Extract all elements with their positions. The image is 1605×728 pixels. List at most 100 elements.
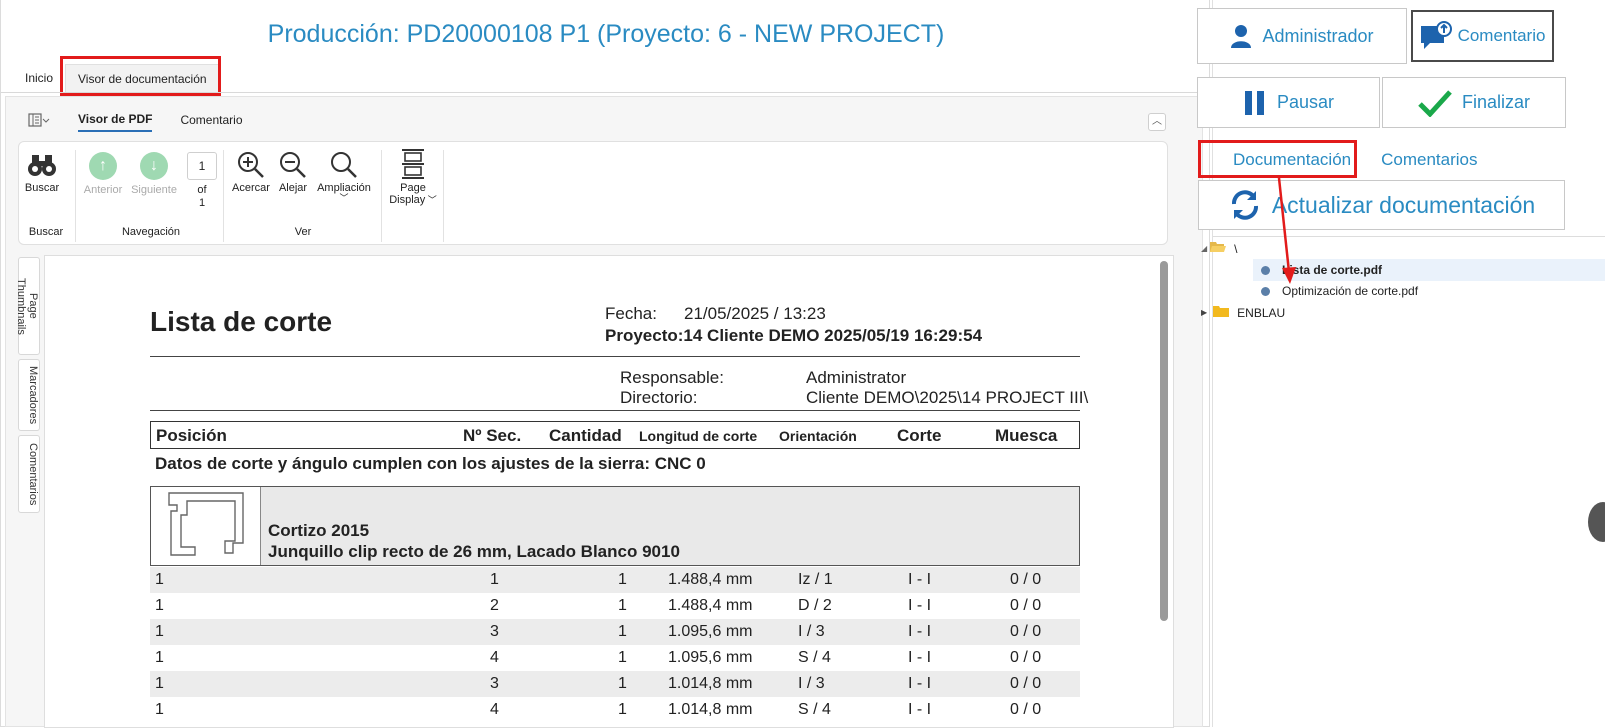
tab-visor-pdf[interactable]: Visor de PDF (78, 112, 153, 132)
page-number-input[interactable]: 1 (187, 152, 217, 180)
table-row: 1 4 1 1.095,6 mm S / 4 I - I 0 / 0 (150, 645, 1080, 671)
file-bullet-icon (1261, 286, 1270, 296)
page-display-button[interactable]: Page Display ﹀ (385, 148, 441, 206)
refresh-documentation-button[interactable]: Actualizar documentación (1198, 180, 1565, 230)
zoom-in-icon (229, 150, 273, 182)
zoom-dropdown-button[interactable]: Ampliación ﹀ (313, 150, 375, 203)
table-cell: 1 (618, 571, 627, 588)
table-cell: 0 / 0 (1010, 701, 1042, 718)
table-cell: 1 (155, 649, 164, 666)
highlight-box-documentacion (1198, 140, 1357, 178)
user-icon (1230, 24, 1252, 48)
search-button[interactable]: Buscar (23, 152, 61, 194)
group-separator (75, 150, 76, 242)
main-panel: Producción: PD20000108 P1 (Proyecto: 6 -… (0, 0, 1211, 728)
viewer-tabs: Visor de PDF Comentario (78, 109, 271, 135)
col-muesca: Muesca (995, 426, 1058, 445)
page-display-icon (385, 148, 441, 182)
group-separator (443, 150, 444, 242)
table-row: 1 2 1 1.488,4 mm D / 2 I - I 0 / 0 (150, 593, 1080, 619)
tree-root-label: \ (1234, 241, 1238, 256)
page-display-label-1: Page (400, 182, 426, 194)
chevron-down-icon: ﹀ (425, 195, 437, 205)
previous-page-button[interactable]: ↑ Anterior (81, 152, 125, 196)
table-cell: 0 / 0 (1010, 623, 1042, 640)
refresh-icon (1228, 188, 1262, 222)
arrow-down-icon: ↓ (140, 152, 168, 180)
profile-description: Junquillo clip recto de 26 mm, Lacado Bl… (268, 542, 680, 561)
tab-inicio[interactable]: Inicio (13, 64, 65, 92)
tab-page-thumbnails[interactable]: Page Thumbnails (15, 257, 40, 355)
folder-open-icon (1210, 241, 1227, 256)
table-cell: 1 (155, 571, 164, 588)
table-cell: S / 4 (798, 701, 831, 718)
collapse-ribbon-button[interactable]: ︿ (1148, 113, 1166, 131)
tab-comentario[interactable]: Comentario (180, 113, 242, 131)
group-separator (381, 150, 382, 242)
table-cell: 0 / 0 (1010, 675, 1042, 692)
search-label: Buscar (24, 182, 60, 194)
document-tree: ◢ \ Lista de corte.pdf Optimización de c… (1201, 236, 1605, 727)
refresh-label: Actualizar documentación (1271, 191, 1536, 218)
col-orientacion: Orientación (779, 428, 857, 444)
tree-folder-enblau[interactable]: ▶ ENBLAU (1201, 305, 1285, 320)
comment-upload-icon (1420, 21, 1452, 51)
col-posicion: Posición (156, 426, 227, 445)
fecha-value: 21/05/2025 / 13:23 (684, 304, 826, 323)
expand-arrow-icon: ▶ (1201, 308, 1208, 317)
responsable-value: Administrator (806, 368, 907, 387)
table-cell: 1 (155, 675, 164, 692)
table-cell: I - I (908, 675, 932, 692)
collapse-arrow-icon: ◢ (1201, 244, 1208, 253)
table-cell: 1.014,8 mm (668, 675, 753, 692)
next-page-button[interactable]: ↓ Siguiente (127, 152, 181, 196)
user-button[interactable]: Administrador (1197, 8, 1407, 64)
table-cell: 1.488,4 mm (668, 597, 753, 614)
zoom-out-button[interactable]: Alejar (275, 150, 311, 194)
user-name: Administrador (1262, 25, 1374, 46)
table-cell: 1.095,6 mm (668, 623, 753, 640)
zoom-in-label: Acercar (232, 182, 270, 194)
page-count: of 1 (187, 184, 217, 210)
table-row: 1 3 1 1.014,8 mm I / 3 I - I 0 / 0 (150, 671, 1080, 697)
finish-button[interactable]: Finalizar (1382, 77, 1566, 128)
pdf-viewer: Visor de PDF Comentario ︿ Buscar Buscar … (5, 96, 1203, 728)
zoom-in-button[interactable]: Acercar (229, 150, 273, 194)
previous-label: Anterior (83, 184, 123, 196)
vertical-scrollbar[interactable] (1160, 261, 1168, 621)
table-cell: 1.488,4 mm (668, 571, 753, 588)
table-cell: I - I (908, 701, 932, 718)
table-cell: 0 / 0 (1010, 597, 1042, 614)
tree-root[interactable]: ◢ \ (1201, 241, 1238, 256)
table-cell: 1.014,8 mm (668, 701, 753, 718)
tab-comentarios[interactable]: Comentarios (18, 435, 40, 513)
page-total: 1 (198, 197, 206, 209)
zoom-out-icon (275, 150, 311, 182)
group-separator (223, 150, 224, 242)
tab-marcadores[interactable]: Marcadores (18, 359, 40, 431)
table-header: Posición Nº Sec. Cantidad Longitud de co… (150, 421, 1080, 449)
chevron-down-icon: ﹀ (339, 193, 349, 203)
fecha-label: Fecha: (605, 304, 657, 323)
directorio-label: Directorio: (620, 388, 698, 407)
pdf-document-area[interactable]: Lista de corte Fecha: 21/05/2025 / 13:23… (44, 255, 1174, 728)
annotation-arrow-icon (1277, 177, 1296, 284)
table-cell: 1 (155, 623, 164, 640)
pause-button[interactable]: Pausar (1197, 77, 1380, 128)
pause-icon (1243, 90, 1267, 116)
divider (150, 410, 1080, 411)
tab-comentarios-right[interactable]: Comentarios (1381, 150, 1477, 170)
directorio-value: Cliente DEMO\2025\14 PROJECT III\ (806, 388, 1089, 407)
table-row: 1 4 1 1.014,8 mm S / 4 I - I 0 / 0 (150, 697, 1080, 723)
sidebar-toggle-icon[interactable] (28, 113, 50, 132)
table-cell: Iz / 1 (798, 571, 833, 588)
table-cell: 0 / 0 (1010, 571, 1042, 588)
proyecto-line: Proyecto:14 Cliente DEMO 2025/05/19 16:2… (605, 326, 983, 345)
col-cantidad: Cantidad (549, 426, 622, 445)
responsable-label: Responsable: (620, 368, 724, 387)
tree-file-label: Optimización de corte.pdf (1282, 284, 1419, 298)
table-cell: 3 (490, 623, 499, 640)
table-cell: I / 3 (798, 675, 825, 692)
comment-button[interactable]: Comentario (1411, 10, 1554, 62)
tree-file-lista-corte[interactable]: Lista de corte.pdf (1253, 259, 1605, 281)
